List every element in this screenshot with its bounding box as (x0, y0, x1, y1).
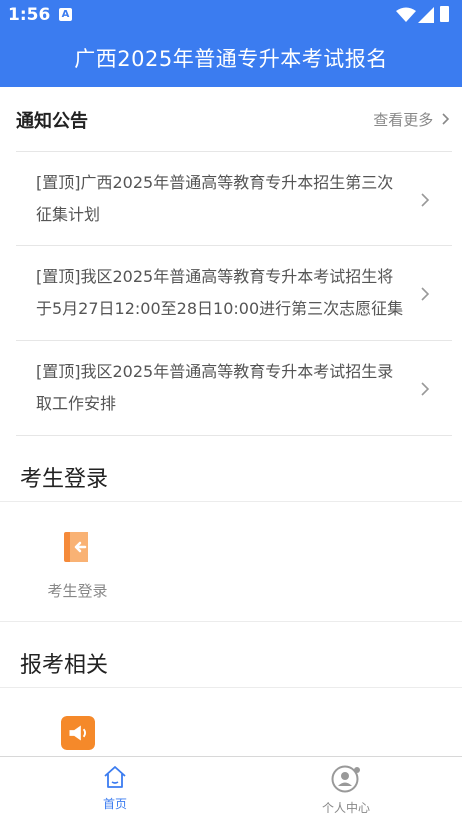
megaphone-icon (60, 716, 95, 750)
status-bar: 1:56 A (0, 0, 462, 32)
nav-profile-label: 个人中心 (321, 801, 370, 815)
chevron-right-icon (421, 287, 430, 301)
notice-item-1[interactable]: [置顶]广西2025年普通高等教育专升本招生第三次征集计划 (16, 153, 452, 247)
bottom-navigation: 首页 个人中心 (0, 756, 462, 822)
announcement-tile[interactable] (40, 716, 115, 754)
signal-icon (418, 7, 434, 23)
notice-item-text: [置顶]我区2025年普通高等教育专升本考试招生将于5月27日12:00至28日… (36, 267, 404, 318)
app-header: 1:56 A 广西2025年普通专升本考试报名 (0, 0, 462, 87)
page-title: 广西2025年普通专升本考试报名 (74, 47, 388, 71)
nav-home-label: 首页 (102, 797, 127, 811)
exam-section-title: 报考相关 (20, 653, 109, 678)
main-content[interactable]: 通知公告 查看更多 [置顶]广西2025年普通高等教育专升本招生第三次征集计划 … (0, 87, 462, 756)
status-time: 1:56 (8, 5, 51, 25)
chevron-right-icon (442, 113, 450, 125)
divider (16, 245, 452, 246)
student-login-label: 考生登录 (47, 582, 108, 600)
notice-section-title: 通知公告 (16, 111, 88, 132)
student-login-tile[interactable]: 考生登录 (40, 530, 115, 601)
notice-item-text: [置顶]广西2025年普通高等教育专升本招生第三次征集计划 (36, 173, 394, 224)
nav-profile[interactable]: 个人中心 (286, 765, 406, 816)
view-more-label: 查看更多 (373, 111, 434, 129)
home-icon (104, 766, 126, 788)
divider (0, 687, 462, 688)
nav-home[interactable]: 首页 (55, 765, 175, 812)
divider (16, 340, 452, 341)
battery-icon (440, 6, 449, 22)
divider (16, 151, 452, 152)
login-door-icon (63, 532, 88, 562)
view-more-link[interactable]: 查看更多 (373, 109, 450, 130)
notice-header: 通知公告 查看更多 (16, 105, 450, 133)
user-icon (331, 765, 360, 793)
divider (0, 501, 462, 502)
chevron-right-icon (421, 382, 430, 396)
notice-item-2[interactable]: [置顶]我区2025年普通高等教育专升本考试招生将于5月27日12:00至28日… (16, 247, 452, 341)
wifi-icon (396, 7, 416, 22)
notice-item-text: [置顶]我区2025年普通高等教育专升本考试招生录取工作安排 (36, 362, 394, 413)
divider (16, 435, 452, 436)
login-section-title: 考生登录 (20, 467, 109, 492)
divider (0, 621, 462, 622)
chevron-right-icon (421, 193, 430, 207)
notice-item-3[interactable]: [置顶]我区2025年普通高等教育专升本考试招生录取工作安排 (16, 342, 452, 436)
notification-a-icon: A (59, 8, 72, 21)
